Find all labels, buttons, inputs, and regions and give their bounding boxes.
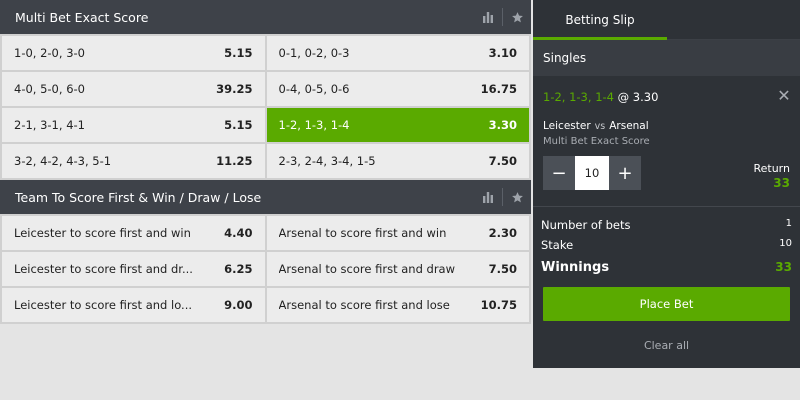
tab-betting-slip[interactable]: Betting Slip — [533, 0, 667, 40]
selection-button[interactable]: Arsenal to score first and lose 10.75 — [266, 288, 529, 322]
bet-selection-line: 1-2, 1-3, 1-4 @ 3.30 — [543, 76, 790, 104]
market-selections: Leicester to score first and win 4.40 Ars… — [0, 214, 531, 324]
selection-label: Leicester to score first and win — [14, 226, 191, 240]
close-icon[interactable]: ✕ — [776, 88, 792, 104]
selection-odds: 16.75 — [480, 82, 517, 96]
markets-panel: Multi Bet Exact Score 1-0, 2-0, 3-0 5.15 … — [0, 0, 531, 324]
selection-odds: 3.30 — [488, 118, 517, 132]
selection-row: Leicester to score first and win 4.40 Ars… — [2, 214, 529, 250]
selection-odds: 5.15 — [224, 46, 253, 60]
bet-match: Leicester vs Arsenal — [543, 120, 790, 132]
star-icon[interactable] — [503, 0, 531, 34]
selection-odds: 7.50 — [488, 154, 517, 168]
selection-label: 0-4, 0-5, 0-6 — [278, 82, 350, 96]
selection-button[interactable]: 3-2, 4-2, 4-3, 5-1 11.25 — [2, 144, 265, 178]
selection-odds: 9.00 — [224, 298, 253, 312]
selection-button[interactable]: Leicester to score first and lo... 9.00 — [2, 288, 265, 322]
selection-button[interactable]: Arsenal to score first and draw 7.50 — [266, 252, 529, 286]
at-sign: @ — [617, 90, 630, 104]
selection-label: Arsenal to score first and win — [278, 226, 447, 240]
selection-row: 4-0, 5-0, 6-0 39.25 0-4, 0-5, 0-6 16.75 — [2, 70, 529, 106]
selection-row: 2-1, 3-1, 4-1 5.15 1-2, 1-3, 1-4 3.30 — [2, 106, 529, 142]
market-title: Multi Bet Exact Score — [15, 9, 149, 25]
market-header-multi-bet-exact-score[interactable]: Multi Bet Exact Score — [0, 0, 531, 34]
selection-button[interactable]: 0-1, 0-2, 0-3 3.10 — [266, 36, 529, 70]
selection-odds: 39.25 — [216, 82, 253, 96]
market-title: Team To Score First & Win / Draw / Lose — [15, 189, 262, 205]
return-box: Return 33 — [641, 162, 790, 190]
market-selections: 1-0, 2-0, 3-0 5.15 0-1, 0-2, 0-3 3.10 4-0,… — [0, 34, 531, 180]
divider — [533, 206, 800, 207]
number-of-bets-value: 1 — [785, 218, 792, 229]
selection-button[interactable]: 2-3, 2-4, 3-4, 1-5 7.50 — [266, 144, 529, 178]
selection-odds: 3.10 — [488, 46, 517, 60]
bar-chart-icon[interactable] — [474, 0, 502, 34]
selection-button[interactable]: Leicester to score first and win 4.40 — [2, 216, 265, 250]
bet-item: 1-2, 1-3, 1-4 @ 3.30 ✕ Leicester vs Arsena… — [533, 76, 800, 190]
bet-selection: 1-2, 1-3, 1-4 — [543, 90, 614, 104]
selection-button[interactable]: Leicester to score first and dr... 6.25 — [2, 252, 265, 286]
bet-market: Multi Bet Exact Score — [543, 136, 650, 147]
selection-row: 3-2, 4-2, 4-3, 5-1 11.25 2-3, 2-4, 3-4, 1… — [2, 142, 529, 180]
selection-odds: 5.15 — [224, 118, 253, 132]
selection-label: Leicester to score first and lo... — [14, 298, 193, 312]
selection-odds: 11.25 — [216, 154, 253, 168]
selection-odds: 4.40 — [224, 226, 253, 240]
singles-header: Singles — [533, 40, 800, 76]
away-team: Arsenal — [609, 120, 649, 132]
selection-label: Leicester to score first and dr... — [14, 262, 193, 276]
selection-button[interactable]: 2-1, 3-1, 4-1 5.15 — [2, 108, 265, 142]
place-bet-button[interactable]: Place Bet — [543, 287, 790, 321]
selection-label: 1-2, 1-3, 1-4 — [278, 118, 350, 132]
stake-input[interactable]: 10 — [575, 156, 609, 190]
stake-label: Stake — [541, 238, 574, 252]
selection-odds: 7.50 — [488, 262, 517, 276]
clear-all-link[interactable]: Clear all — [533, 339, 800, 352]
return-label: Return — [753, 162, 790, 175]
selection-label: Arsenal to score first and lose — [278, 298, 450, 312]
selection-odds: 10.75 — [480, 298, 517, 312]
star-icon[interactable] — [503, 180, 531, 214]
betting-slip: Betting Slip Singles 1-2, 1-3, 1-4 @ 3.3… — [533, 0, 800, 368]
selection-button[interactable]: 0-4, 0-5, 0-6 16.75 — [266, 72, 529, 106]
plus-icon[interactable]: + — [609, 156, 641, 190]
winnings-row: Winnings 33 — [533, 260, 800, 275]
selection-row: Leicester to score first and lo... 9.00 A… — [2, 286, 529, 324]
selection-row: Leicester to score first and dr... 6.25 A… — [2, 250, 529, 286]
selection-button-selected[interactable]: 1-2, 1-3, 1-4 3.30 — [266, 108, 529, 142]
selection-row: 1-0, 2-0, 3-0 5.15 0-1, 0-2, 0-3 3.10 — [2, 34, 529, 70]
selection-odds: 2.30 — [488, 226, 517, 240]
selection-button[interactable]: 4-0, 5-0, 6-0 39.25 — [2, 72, 265, 106]
stake-stepper: − 10 + — [543, 156, 641, 190]
minus-icon[interactable]: − — [543, 156, 575, 190]
selection-label: 1-0, 2-0, 3-0 — [14, 46, 85, 60]
stake-summary-row: Stake 10 — [533, 238, 800, 252]
stake-value: 10 — [779, 238, 792, 249]
winnings-value: 33 — [775, 260, 792, 274]
winnings-label: Winnings — [541, 260, 610, 275]
bet-odds: 3.30 — [632, 90, 659, 104]
market-header-team-to-score-first[interactable]: Team To Score First & Win / Draw / Lose — [0, 180, 531, 214]
selection-label: 2-1, 3-1, 4-1 — [14, 118, 85, 132]
selection-label: Arsenal to score first and draw — [278, 262, 456, 276]
home-team: Leicester — [543, 120, 591, 132]
selection-label: 2-3, 2-4, 3-4, 1-5 — [278, 154, 376, 168]
selection-label: 0-1, 0-2, 0-3 — [278, 46, 350, 60]
number-of-bets-row: Number of bets 1 — [533, 218, 800, 232]
selection-button[interactable]: Arsenal to score first and win 2.30 — [266, 216, 529, 250]
number-of-bets-label: Number of bets — [541, 218, 631, 232]
stake-row: − 10 + Return 33 — [543, 156, 790, 190]
return-value: 33 — [773, 176, 790, 190]
vs-label: vs — [594, 121, 606, 132]
selection-label: 4-0, 5-0, 6-0 — [14, 82, 85, 96]
slip-tabs: Betting Slip — [533, 0, 800, 40]
selection-odds: 6.25 — [224, 262, 253, 276]
selection-label: 3-2, 4-2, 4-3, 5-1 — [14, 154, 112, 168]
selection-button[interactable]: 1-0, 2-0, 3-0 5.15 — [2, 36, 265, 70]
bar-chart-icon[interactable] — [474, 180, 502, 214]
